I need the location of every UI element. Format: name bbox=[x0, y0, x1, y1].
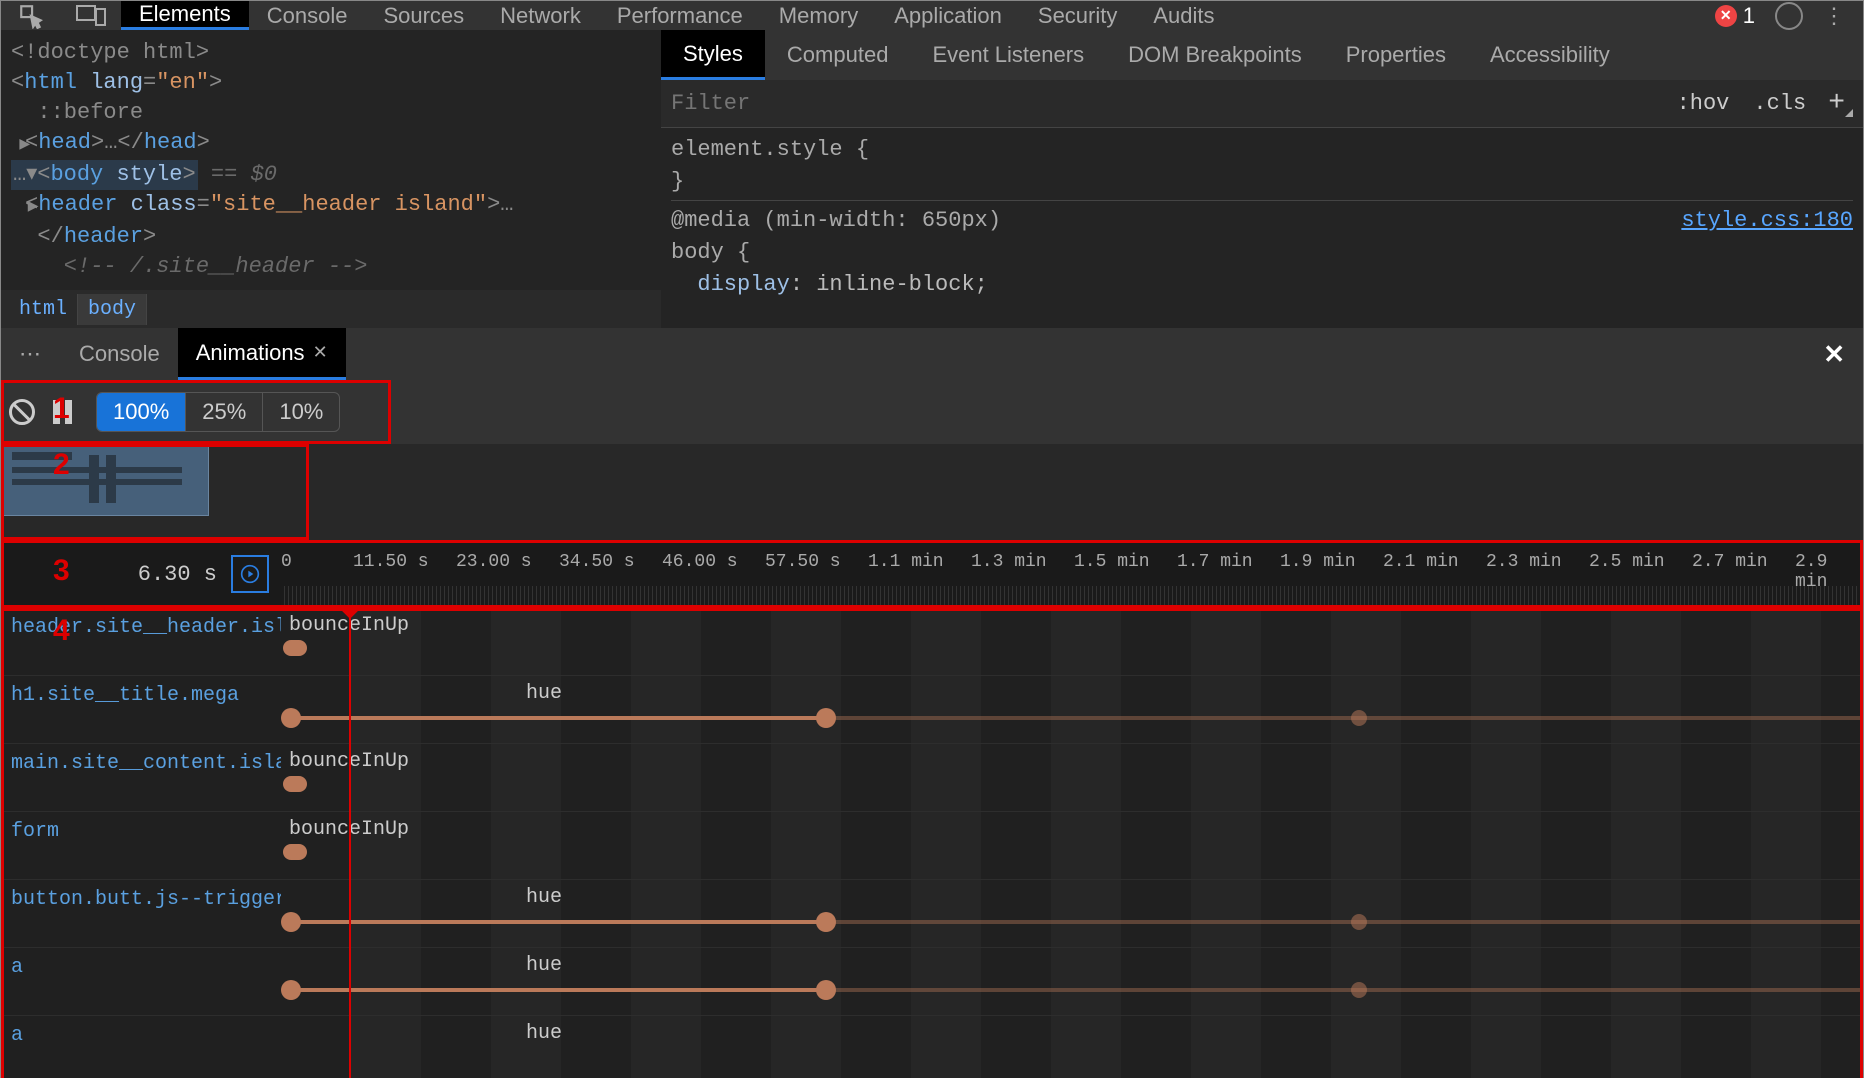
track-label[interactable]: button.butt.js--trigger bbox=[1, 880, 281, 947]
tab-sources[interactable]: Sources bbox=[365, 1, 482, 30]
tab-memory[interactable]: Memory bbox=[761, 1, 876, 30]
drawer-close-icon[interactable]: ✕ bbox=[1823, 339, 1845, 370]
animation-name: bounceInUp bbox=[289, 818, 409, 841]
error-count: 1 bbox=[1743, 3, 1755, 29]
track-row[interactable]: a hue bbox=[1, 1016, 1863, 1078]
current-time: 6.30 s bbox=[138, 562, 217, 587]
breadcrumb-body[interactable]: body bbox=[78, 294, 147, 325]
drawer-more-icon[interactable]: ⋯ bbox=[1, 341, 61, 367]
user-icon[interactable] bbox=[1775, 2, 1803, 30]
annotation-1: 1 bbox=[53, 392, 70, 426]
speed-100[interactable]: 100% bbox=[97, 393, 186, 431]
close-icon[interactable]: ✕ bbox=[305, 342, 328, 363]
replay-button[interactable] bbox=[231, 555, 269, 593]
clear-icon[interactable] bbox=[9, 399, 35, 425]
drawer-tabbar: ⋯ Console Animations✕ ✕ bbox=[1, 328, 1863, 380]
hov-toggle[interactable]: :hov bbox=[1665, 91, 1742, 116]
timeline-header: 3 6.30 s 0 11.50 s 23.00 s 34.50 s 46.00… bbox=[1, 540, 1863, 608]
dom-tree[interactable]: <!doctype html> <html lang="en"> ::befor… bbox=[1, 30, 661, 290]
styles-filter-input[interactable] bbox=[661, 91, 1665, 116]
annotation-2: 2 bbox=[53, 448, 70, 482]
track-label[interactable]: h1.site__title.mega bbox=[1, 676, 281, 743]
inspect-icon[interactable] bbox=[1, 1, 61, 30]
animation-group-thumbnail[interactable] bbox=[3, 446, 209, 516]
style-source-link[interactable]: style.css:180 bbox=[1681, 205, 1853, 237]
breadcrumb: html body bbox=[1, 290, 661, 328]
track-row[interactable]: main.site__content.island bounceInUp bbox=[1, 744, 1863, 812]
tab-elements[interactable]: Elements bbox=[121, 1, 249, 30]
animation-name: bounceInUp bbox=[289, 614, 409, 637]
drawer-tab-animations[interactable]: Animations✕ bbox=[178, 328, 346, 380]
playback-speed-group: 100% 25% 10% bbox=[96, 392, 340, 432]
animations-overview[interactable]: 2 bbox=[1, 444, 1863, 540]
animation-tracks: 4 header.site__header.island bounceInUp … bbox=[1, 608, 1863, 1078]
animation-name: hue bbox=[526, 682, 562, 705]
track-row[interactable]: a hue bbox=[1, 948, 1863, 1016]
tab-console[interactable]: Console bbox=[249, 1, 366, 30]
tab-audits[interactable]: Audits bbox=[1135, 1, 1232, 30]
track-row[interactable]: h1.site__title.mega hue bbox=[1, 676, 1863, 744]
error-icon[interactable]: ✕ bbox=[1715, 5, 1737, 27]
devtools-tabbar: Elements Console Sources Network Perform… bbox=[1, 1, 1863, 30]
annotation-4: 4 bbox=[53, 614, 70, 648]
styles-content[interactable]: element.style { } style.css:180 @media (… bbox=[661, 128, 1863, 307]
track-label[interactable]: a bbox=[1, 948, 281, 1015]
track-row[interactable]: form bounceInUp bbox=[1, 812, 1863, 880]
animation-name: bounceInUp bbox=[289, 750, 409, 773]
annotation-3: 3 bbox=[53, 554, 70, 588]
track-label[interactable]: form bbox=[1, 812, 281, 879]
drawer-tab-console[interactable]: Console bbox=[61, 328, 178, 380]
tab-properties[interactable]: Properties bbox=[1324, 30, 1468, 80]
more-icon[interactable]: ⋮ bbox=[1823, 3, 1847, 29]
breadcrumb-html[interactable]: html bbox=[9, 294, 78, 325]
tab-styles[interactable]: Styles bbox=[661, 30, 765, 80]
animation-name: hue bbox=[526, 954, 562, 977]
timeline-ruler[interactable]: 0 11.50 s 23.00 s 34.50 s 46.00 s 57.50 … bbox=[281, 540, 1863, 608]
styles-filter-row: :hov .cls + bbox=[661, 80, 1863, 128]
animation-name: hue bbox=[526, 1022, 562, 1045]
tab-application[interactable]: Application bbox=[876, 1, 1020, 30]
track-row[interactable]: header.site__header.island bounceInUp bbox=[1, 608, 1863, 676]
new-style-rule-button[interactable]: + bbox=[1818, 88, 1855, 119]
animations-controls: 1 100% 25% 10% bbox=[1, 380, 1863, 444]
track-label[interactable]: header.site__header.island bbox=[1, 608, 281, 675]
tab-security[interactable]: Security bbox=[1020, 1, 1135, 30]
track-row[interactable]: button.butt.js--trigger hue bbox=[1, 880, 1863, 948]
tab-accessibility[interactable]: Accessibility bbox=[1468, 30, 1632, 80]
tab-computed[interactable]: Computed bbox=[765, 30, 911, 80]
tab-dom-breakpoints[interactable]: DOM Breakpoints bbox=[1106, 30, 1324, 80]
track-label[interactable]: a bbox=[1, 1016, 281, 1078]
tab-network[interactable]: Network bbox=[482, 1, 599, 30]
device-toggle-icon[interactable] bbox=[61, 1, 121, 30]
speed-10[interactable]: 10% bbox=[263, 393, 339, 431]
track-label[interactable]: main.site__content.island bbox=[1, 744, 281, 811]
cls-toggle[interactable]: .cls bbox=[1741, 91, 1818, 116]
styles-tabbar: Styles Computed Event Listeners DOM Brea… bbox=[661, 30, 1863, 80]
tab-performance[interactable]: Performance bbox=[599, 1, 761, 30]
animation-name: hue bbox=[526, 886, 562, 909]
tab-event-listeners[interactable]: Event Listeners bbox=[910, 30, 1106, 80]
speed-25[interactable]: 25% bbox=[186, 393, 263, 431]
